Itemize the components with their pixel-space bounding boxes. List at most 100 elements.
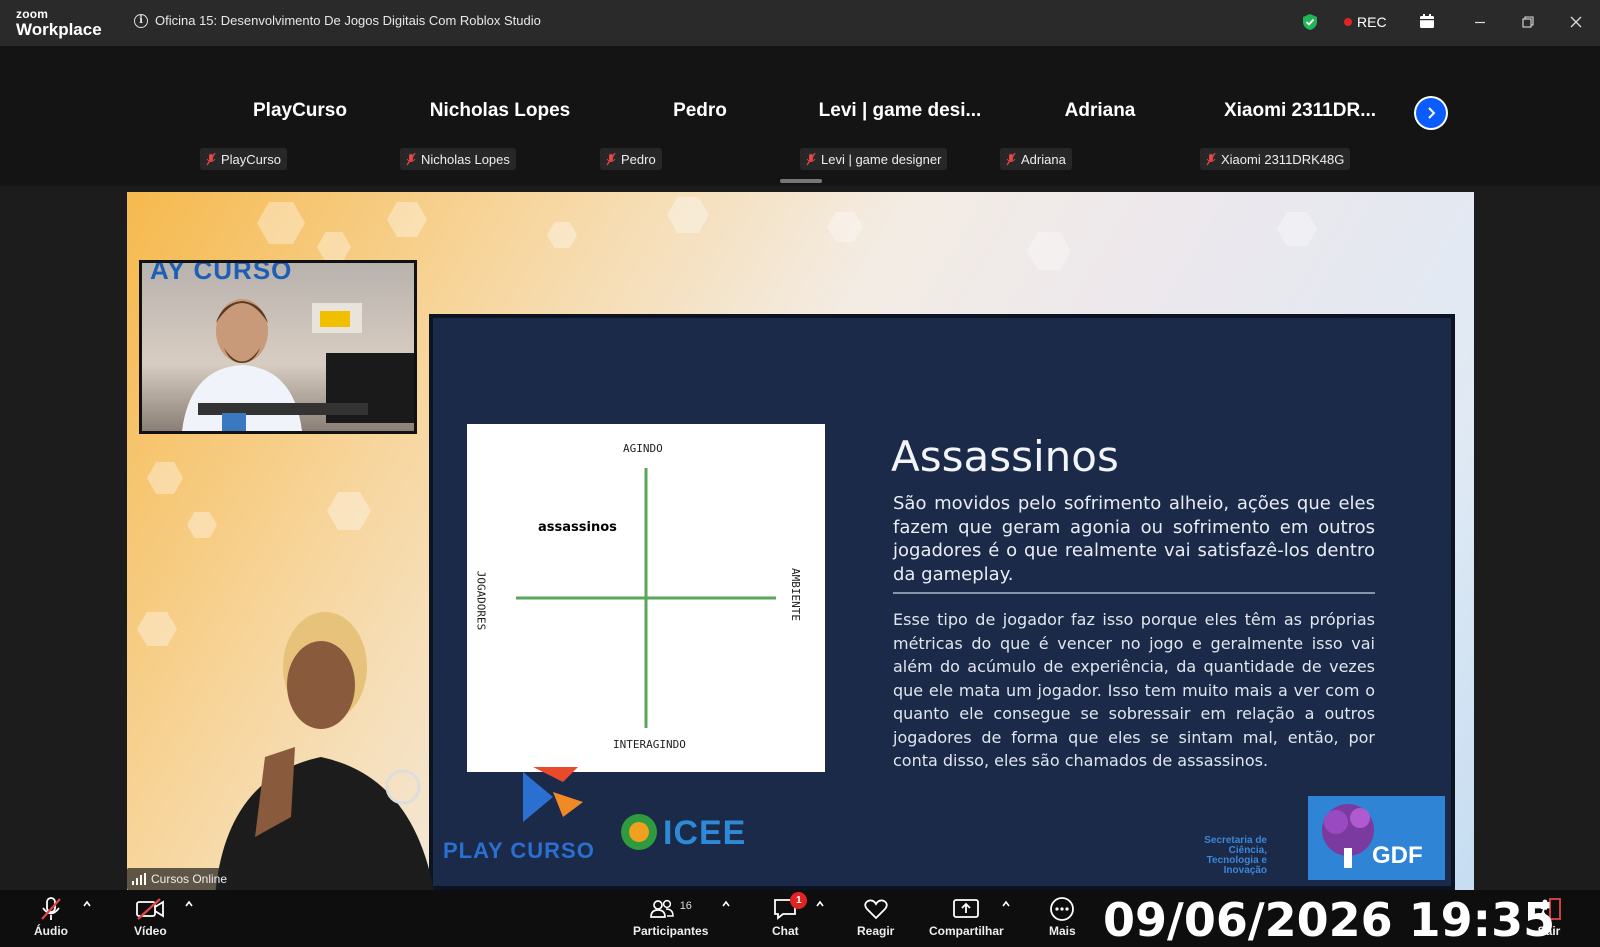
mic-muted-icon (206, 152, 216, 165)
page-indicator (780, 179, 822, 183)
participant-tile[interactable]: PlayCurso PlayCurso (200, 58, 400, 180)
participant-tile[interactable]: Adriana Adriana (1000, 58, 1200, 180)
video-options-chevron-up-icon[interactable] (184, 899, 194, 909)
mic-muted-icon (41, 897, 61, 920)
mic-muted-icon (606, 152, 616, 165)
slide-paragraph-1: São movidos pelo sofrimento alheio, açõe… (893, 493, 1375, 585)
participant-tile[interactable]: Nicholas Lopes Nicholas Lopes (400, 58, 600, 180)
sign-language-interpreter-video (195, 607, 440, 890)
mic-muted-icon (1206, 152, 1216, 165)
connection-label: Cursos Online (151, 872, 228, 886)
title-bar: zoom Workplace i Oficina 15: Desenvolvim… (0, 0, 1600, 46)
meeting-title: Oficina 15: Desenvolvimento De Jogos Dig… (155, 13, 541, 28)
minimize-button[interactable] (1469, 11, 1491, 33)
participant-name-tag: Pedro (600, 148, 662, 170)
react-label: Reagir (857, 924, 895, 938)
connection-status: Cursos Online (127, 868, 233, 890)
chat-label: Chat (772, 924, 799, 938)
participant-tile[interactable]: Pedro Pedro (600, 58, 800, 180)
participants-options-chevron-up-icon[interactable] (721, 899, 731, 909)
meeting-info[interactable]: i Oficina 15: Desenvolvimento De Jogos D… (134, 13, 541, 28)
audio-label: Áudio (34, 924, 68, 938)
participant-name: Pedro (621, 151, 656, 167)
participant-display-name: Pedro (673, 100, 727, 121)
participant-name: Adriana (1021, 151, 1066, 167)
mic-muted-icon (406, 152, 416, 165)
calendar-icon[interactable] (1419, 13, 1435, 29)
participant-name: Nicholas Lopes (421, 151, 510, 167)
more-label: Mais (1049, 924, 1076, 938)
zoom-logo: zoom Workplace (16, 8, 102, 38)
share-options-chevron-up-icon[interactable] (1001, 899, 1011, 909)
shared-screen: AY CURSO AGINDO INTERAGINDO JOGADORES AM… (127, 192, 1474, 890)
participant-tile[interactable]: Xiaomi 2311DR... Xiaomi 2311DRK48G (1200, 58, 1400, 180)
participant-display-name: Nicholas Lopes (429, 100, 571, 121)
logo-line1: zoom (16, 7, 49, 21)
share-button[interactable]: Compartilhar (929, 890, 1004, 947)
heart-icon (864, 899, 888, 920)
gdf-logo: GDF (1308, 796, 1445, 880)
share-label: Compartilhar (929, 924, 1004, 938)
participants-icon (649, 899, 674, 918)
participant-name-tag: Xiaomi 2311DRK48G (1200, 148, 1351, 170)
presenter-video: AY CURSO (139, 260, 417, 434)
participants-button[interactable]: 16 Participantes (633, 890, 708, 947)
shield-icon[interactable] (1302, 13, 1318, 31)
participant-name-tag: PlayCurso (200, 148, 287, 170)
participants-label: Participantes (633, 924, 709, 938)
diagram-axes (516, 468, 776, 728)
share-screen-icon (953, 899, 980, 918)
chat-button[interactable]: 1 Chat (772, 890, 808, 947)
mic-muted-icon (1006, 152, 1016, 165)
audio-button[interactable]: Áudio (34, 890, 68, 947)
logo-line2: Workplace (16, 20, 102, 39)
slide-title: Assassinos (891, 432, 1119, 481)
playcurso-logo: PLAY CURSO (443, 762, 613, 863)
gdf-text: GDF (1372, 842, 1423, 869)
audio-options-chevron-up-icon[interactable] (82, 899, 92, 909)
recording-indicator[interactable]: REC (1344, 14, 1387, 30)
rec-dot-icon (1344, 18, 1352, 26)
react-button[interactable]: Reagir (857, 890, 894, 947)
participants-count: 16 (679, 900, 692, 912)
more-dots-icon (1050, 897, 1075, 921)
mic-muted-icon (806, 152, 816, 165)
restore-icon (1522, 16, 1534, 28)
chevron-right-icon (1428, 107, 1436, 119)
video-off-icon (136, 898, 165, 920)
participant-display-name: PlayCurso (253, 100, 347, 121)
rec-label: REC (1357, 14, 1387, 30)
participant-display-name: Levi | game desi... (818, 100, 982, 121)
close-button[interactable] (1565, 11, 1587, 33)
video-label: Vídeo (134, 924, 167, 938)
participant-strip: PlayCurso PlayCurso Nicholas Lopes Nicho… (0, 46, 1600, 186)
participant-display-name: Xiaomi 2311DR... (1223, 100, 1377, 121)
slide-divider (893, 592, 1375, 594)
interpreter-illustration (215, 612, 434, 890)
signal-bars-icon (132, 873, 146, 885)
close-icon (1570, 16, 1582, 28)
playcurso-text: PLAY CURSO (443, 838, 595, 863)
minimize-icon (1475, 21, 1485, 24)
participant-display-name: Adriana (1064, 100, 1136, 121)
icee-text: ICEE (663, 814, 747, 852)
info-icon[interactable]: i (134, 13, 148, 28)
participant-name-tag: Levi | game designer (800, 148, 948, 170)
datetime-overlay: 09/06/2026 19:35 (1103, 893, 1556, 947)
restore-button[interactable] (1517, 11, 1539, 33)
icee-logo-mark (621, 814, 657, 850)
player-types-diagram: AGINDO INTERAGINDO JOGADORES AMBIENTE as… (467, 424, 825, 772)
participant-tile[interactable]: Levi | game desi... Levi | game designer (800, 58, 1000, 180)
chat-unread-badge: 1 (790, 892, 808, 909)
slide-paragraph-2: Esse tipo de jogador faz isso porque ele… (893, 610, 1375, 770)
secretaria-text: Secretaria de Ciência, Tecnologia e Inov… (1204, 835, 1267, 876)
next-page-button[interactable] (1414, 96, 1448, 130)
presenter-illustration (182, 299, 414, 431)
more-button[interactable]: Mais (1049, 890, 1076, 947)
video-button[interactable]: Vídeo (134, 890, 167, 947)
participant-name: Xiaomi 2311DRK48G (1221, 151, 1345, 167)
chat-options-chevron-up-icon[interactable] (815, 899, 825, 909)
participant-name: Levi | game designer (821, 151, 942, 167)
participant-name: PlayCurso (221, 151, 281, 167)
participant-name-tag: Adriana (1000, 148, 1072, 170)
